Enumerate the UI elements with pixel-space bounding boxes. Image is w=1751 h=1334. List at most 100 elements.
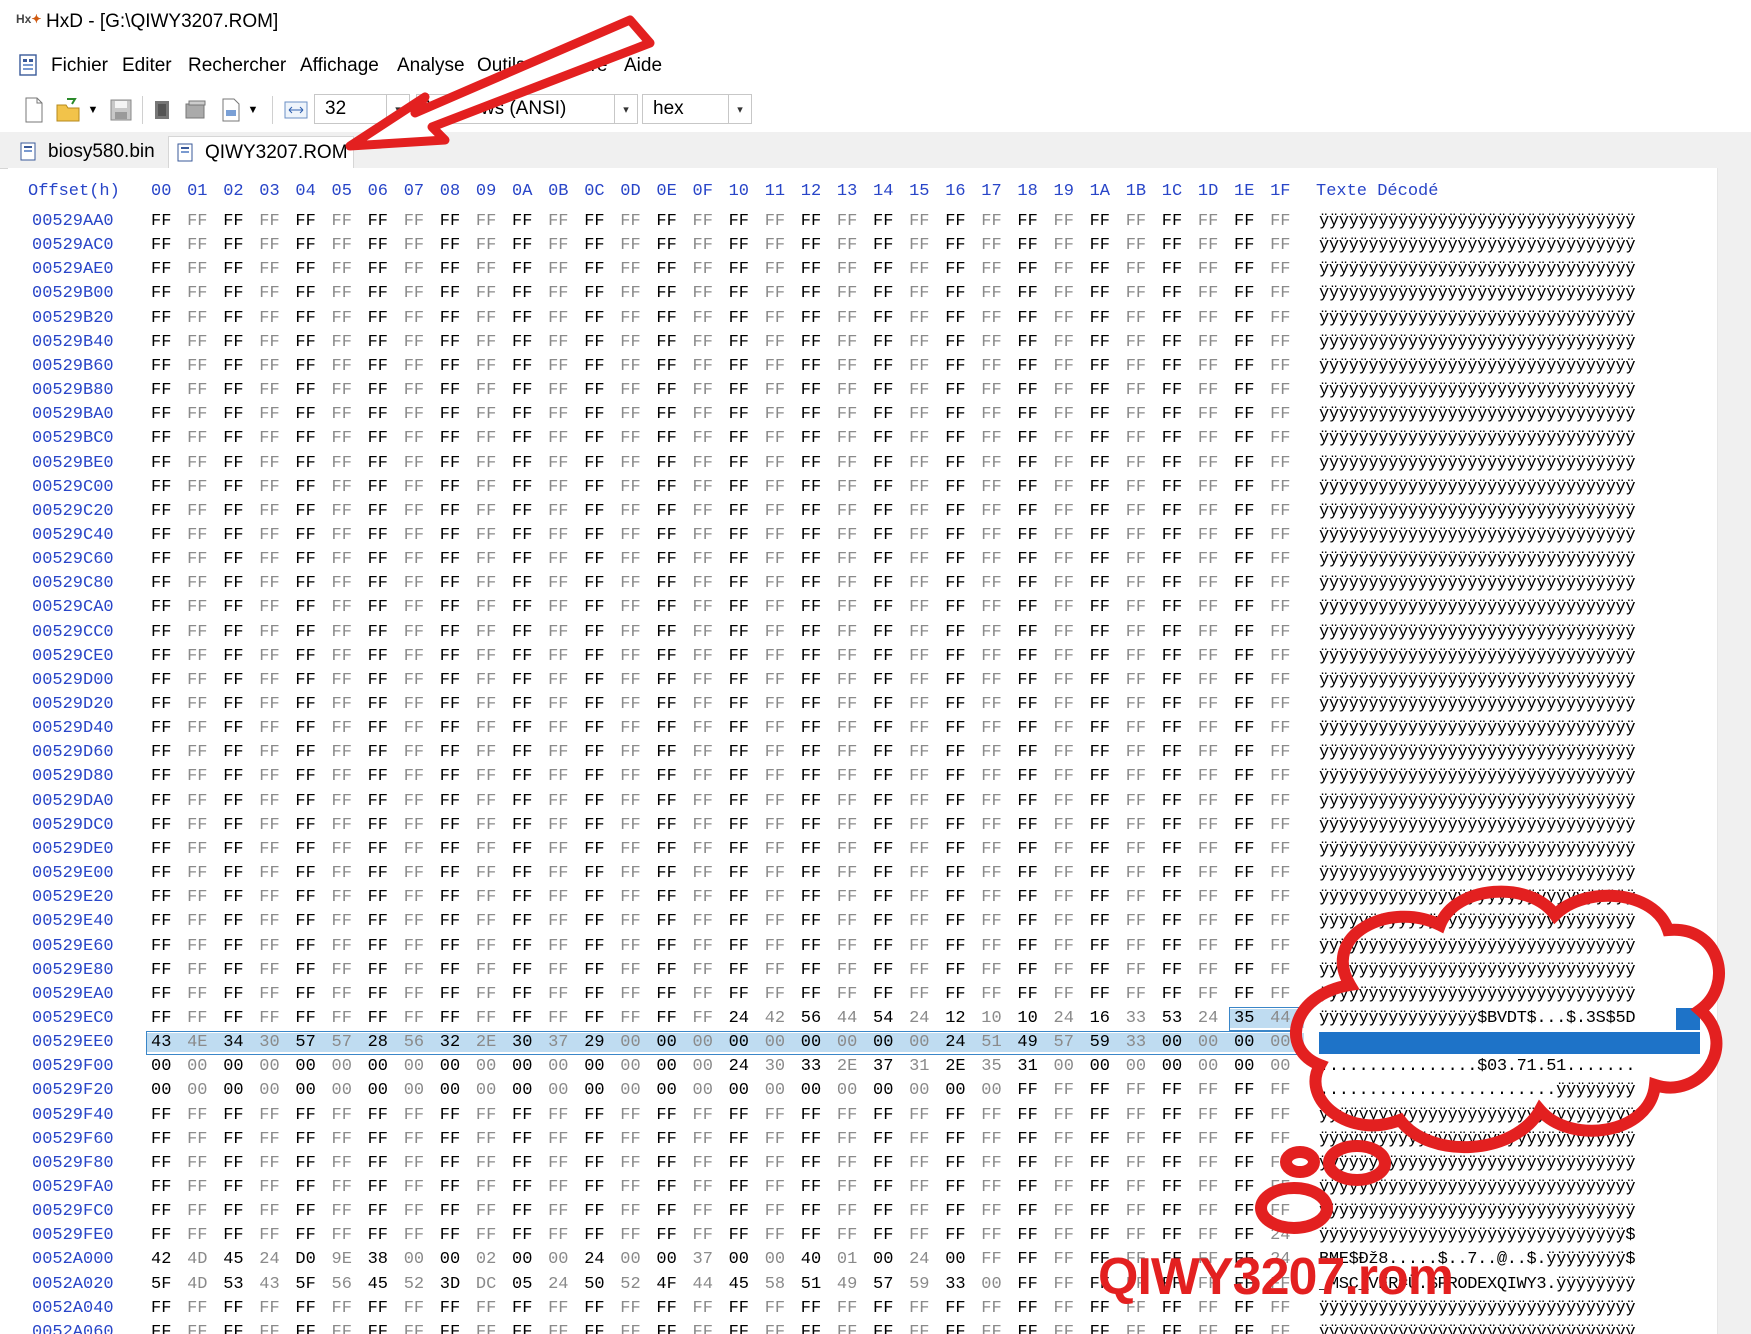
hex-byte[interactable]: FF bbox=[364, 1009, 402, 1028]
hex-byte[interactable]: 00 bbox=[183, 1081, 221, 1100]
hex-byte[interactable]: FF bbox=[652, 454, 690, 473]
hex-byte[interactable]: FF bbox=[869, 937, 907, 956]
hex-byte[interactable]: FF bbox=[905, 1106, 943, 1125]
hex-byte[interactable]: 5F bbox=[291, 1275, 329, 1294]
hex-byte[interactable]: FF bbox=[616, 623, 654, 642]
hex-byte[interactable]: FF bbox=[219, 1299, 257, 1318]
hex-byte[interactable]: 00 bbox=[291, 1081, 329, 1100]
hex-byte[interactable]: FF bbox=[544, 816, 582, 835]
hex-byte[interactable]: FF bbox=[436, 1106, 474, 1125]
hex-byte[interactable]: 30 bbox=[761, 1057, 799, 1076]
hex-byte[interactable]: FF bbox=[328, 1106, 366, 1125]
hex-byte[interactable]: FF bbox=[977, 937, 1015, 956]
hex-byte[interactable]: FF bbox=[183, 454, 221, 473]
hex-byte[interactable]: FF bbox=[219, 550, 257, 569]
hex-byte[interactable]: FF bbox=[869, 1299, 907, 1318]
hex-byte[interactable]: FF bbox=[1266, 598, 1304, 617]
hex-byte[interactable]: FF bbox=[291, 284, 329, 303]
hex-byte[interactable]: FF bbox=[219, 1178, 257, 1197]
hex-byte[interactable]: FF bbox=[291, 550, 329, 569]
hex-byte[interactable]: 01 bbox=[833, 1250, 871, 1269]
hex-byte[interactable]: FF bbox=[183, 1178, 221, 1197]
hex-byte[interactable]: FF bbox=[941, 1106, 979, 1125]
decoded-text[interactable]: ÿÿÿÿÿÿÿÿÿÿÿÿÿÿÿÿÿÿÿÿÿÿÿÿÿÿÿÿÿÿÿÿ bbox=[1319, 309, 1636, 328]
hex-byte[interactable]: FF bbox=[328, 236, 366, 255]
hex-byte[interactable]: FF bbox=[508, 429, 546, 448]
decoded-text[interactable]: ÿÿÿÿÿÿÿÿÿÿÿÿÿÿÿÿÿÿÿÿÿÿÿÿÿÿÿÿÿÿÿÿ bbox=[1319, 1323, 1636, 1334]
hex-byte[interactable]: FF bbox=[400, 1299, 438, 1318]
hex-byte[interactable]: FF bbox=[364, 888, 402, 907]
hex-byte[interactable]: 00 bbox=[652, 1057, 690, 1076]
hex-row[interactable]: 00529BA0 FF FF FF FF FF FF FF FF FF FF FF FF FF FF FF FF… bbox=[8, 405, 1717, 429]
hex-byte[interactable]: FF bbox=[1194, 719, 1232, 738]
hex-byte[interactable]: FF bbox=[1266, 985, 1304, 1004]
hex-byte[interactable]: FF bbox=[255, 405, 293, 424]
hex-byte[interactable]: FF bbox=[472, 284, 510, 303]
save-icon[interactable] bbox=[107, 96, 135, 124]
hex-byte[interactable]: FF bbox=[977, 888, 1015, 907]
hex-byte[interactable]: FF bbox=[1230, 937, 1268, 956]
hex-byte[interactable]: FF bbox=[219, 647, 257, 666]
hex-byte[interactable]: FF bbox=[147, 309, 185, 328]
hex-row[interactable]: 00529EA0 FF FF FF FF FF FF FF FF FF FF FF FF FF FF FF FF… bbox=[8, 985, 1717, 1009]
hex-byte[interactable]: FF bbox=[1194, 598, 1232, 617]
hex-byte[interactable]: FF bbox=[436, 454, 474, 473]
hex-byte[interactable]: FF bbox=[905, 1226, 943, 1245]
hex-byte[interactable]: FF bbox=[616, 1009, 654, 1028]
hex-byte[interactable]: FF bbox=[291, 429, 329, 448]
hex-byte[interactable]: FF bbox=[905, 937, 943, 956]
hex-byte[interactable]: FF bbox=[689, 212, 727, 231]
open-dropdown-icon[interactable]: ▼ bbox=[86, 96, 100, 124]
hex-byte[interactable]: 00 bbox=[1230, 1033, 1268, 1053]
hex-byte[interactable]: FF bbox=[616, 454, 654, 473]
hex-byte[interactable]: FF bbox=[544, 937, 582, 956]
hex-byte[interactable]: FF bbox=[436, 647, 474, 666]
hex-byte[interactable]: 00 bbox=[941, 1250, 979, 1269]
open-file-icon[interactable] bbox=[54, 96, 84, 124]
hex-byte[interactable]: FF bbox=[689, 454, 727, 473]
hex-byte[interactable]: FF bbox=[328, 937, 366, 956]
hex-byte[interactable]: FF bbox=[508, 937, 546, 956]
hex-byte[interactable]: FF bbox=[797, 864, 835, 883]
hex-byte[interactable]: FF bbox=[508, 1226, 546, 1245]
hex-byte[interactable]: FF bbox=[1013, 888, 1051, 907]
hex-byte[interactable]: 51 bbox=[797, 1275, 835, 1294]
hex-byte[interactable]: FF bbox=[833, 961, 871, 980]
hex-byte[interactable]: FF bbox=[1050, 671, 1088, 690]
hex-byte[interactable]: FF bbox=[1230, 912, 1268, 931]
hex-byte[interactable]: FF bbox=[508, 985, 546, 1004]
hex-byte[interactable]: FF bbox=[941, 333, 979, 352]
hex-byte[interactable]: FF bbox=[436, 309, 474, 328]
hex-byte[interactable]: FF bbox=[255, 1226, 293, 1245]
hex-byte[interactable]: FF bbox=[833, 888, 871, 907]
hex-byte[interactable]: FF bbox=[183, 985, 221, 1004]
hex-byte[interactable]: FF bbox=[869, 864, 907, 883]
hex-byte[interactable]: FF bbox=[941, 502, 979, 521]
hex-byte[interactable]: 00 bbox=[616, 1057, 654, 1076]
hex-byte[interactable]: FF bbox=[977, 1106, 1015, 1125]
hex-byte[interactable]: FF bbox=[797, 1130, 835, 1149]
hex-byte[interactable]: FF bbox=[905, 695, 943, 714]
hex-byte[interactable]: 33 bbox=[1122, 1009, 1160, 1028]
hex-row[interactable]: 00529D80 FF FF FF FF FF FF FF FF FF FF FF FF FF FF FF FF… bbox=[8, 767, 1717, 791]
hex-byte[interactable]: FF bbox=[219, 623, 257, 642]
hex-byte[interactable]: FF bbox=[941, 961, 979, 980]
hex-byte[interactable]: FF bbox=[1158, 502, 1196, 521]
hex-byte[interactable]: FF bbox=[797, 719, 835, 738]
hex-byte[interactable]: FF bbox=[147, 212, 185, 231]
hex-byte[interactable]: FF bbox=[328, 405, 366, 424]
hex-byte[interactable]: FF bbox=[400, 236, 438, 255]
hex-byte[interactable]: FF bbox=[436, 912, 474, 931]
hex-byte[interactable]: FF bbox=[436, 260, 474, 279]
hex-byte[interactable]: FF bbox=[761, 1299, 799, 1318]
hex-byte[interactable]: FF bbox=[364, 671, 402, 690]
hex-byte[interactable]: FF bbox=[472, 840, 510, 859]
hex-byte[interactable]: FF bbox=[869, 478, 907, 497]
hex-byte[interactable]: FF bbox=[1230, 333, 1268, 352]
hex-byte[interactable]: FF bbox=[941, 937, 979, 956]
hex-byte[interactable]: FF bbox=[255, 260, 293, 279]
hex-byte[interactable]: FF bbox=[833, 574, 871, 593]
hex-byte[interactable]: FF bbox=[328, 864, 366, 883]
hex-byte[interactable]: FF bbox=[761, 357, 799, 376]
hex-byte[interactable]: FF bbox=[833, 767, 871, 786]
